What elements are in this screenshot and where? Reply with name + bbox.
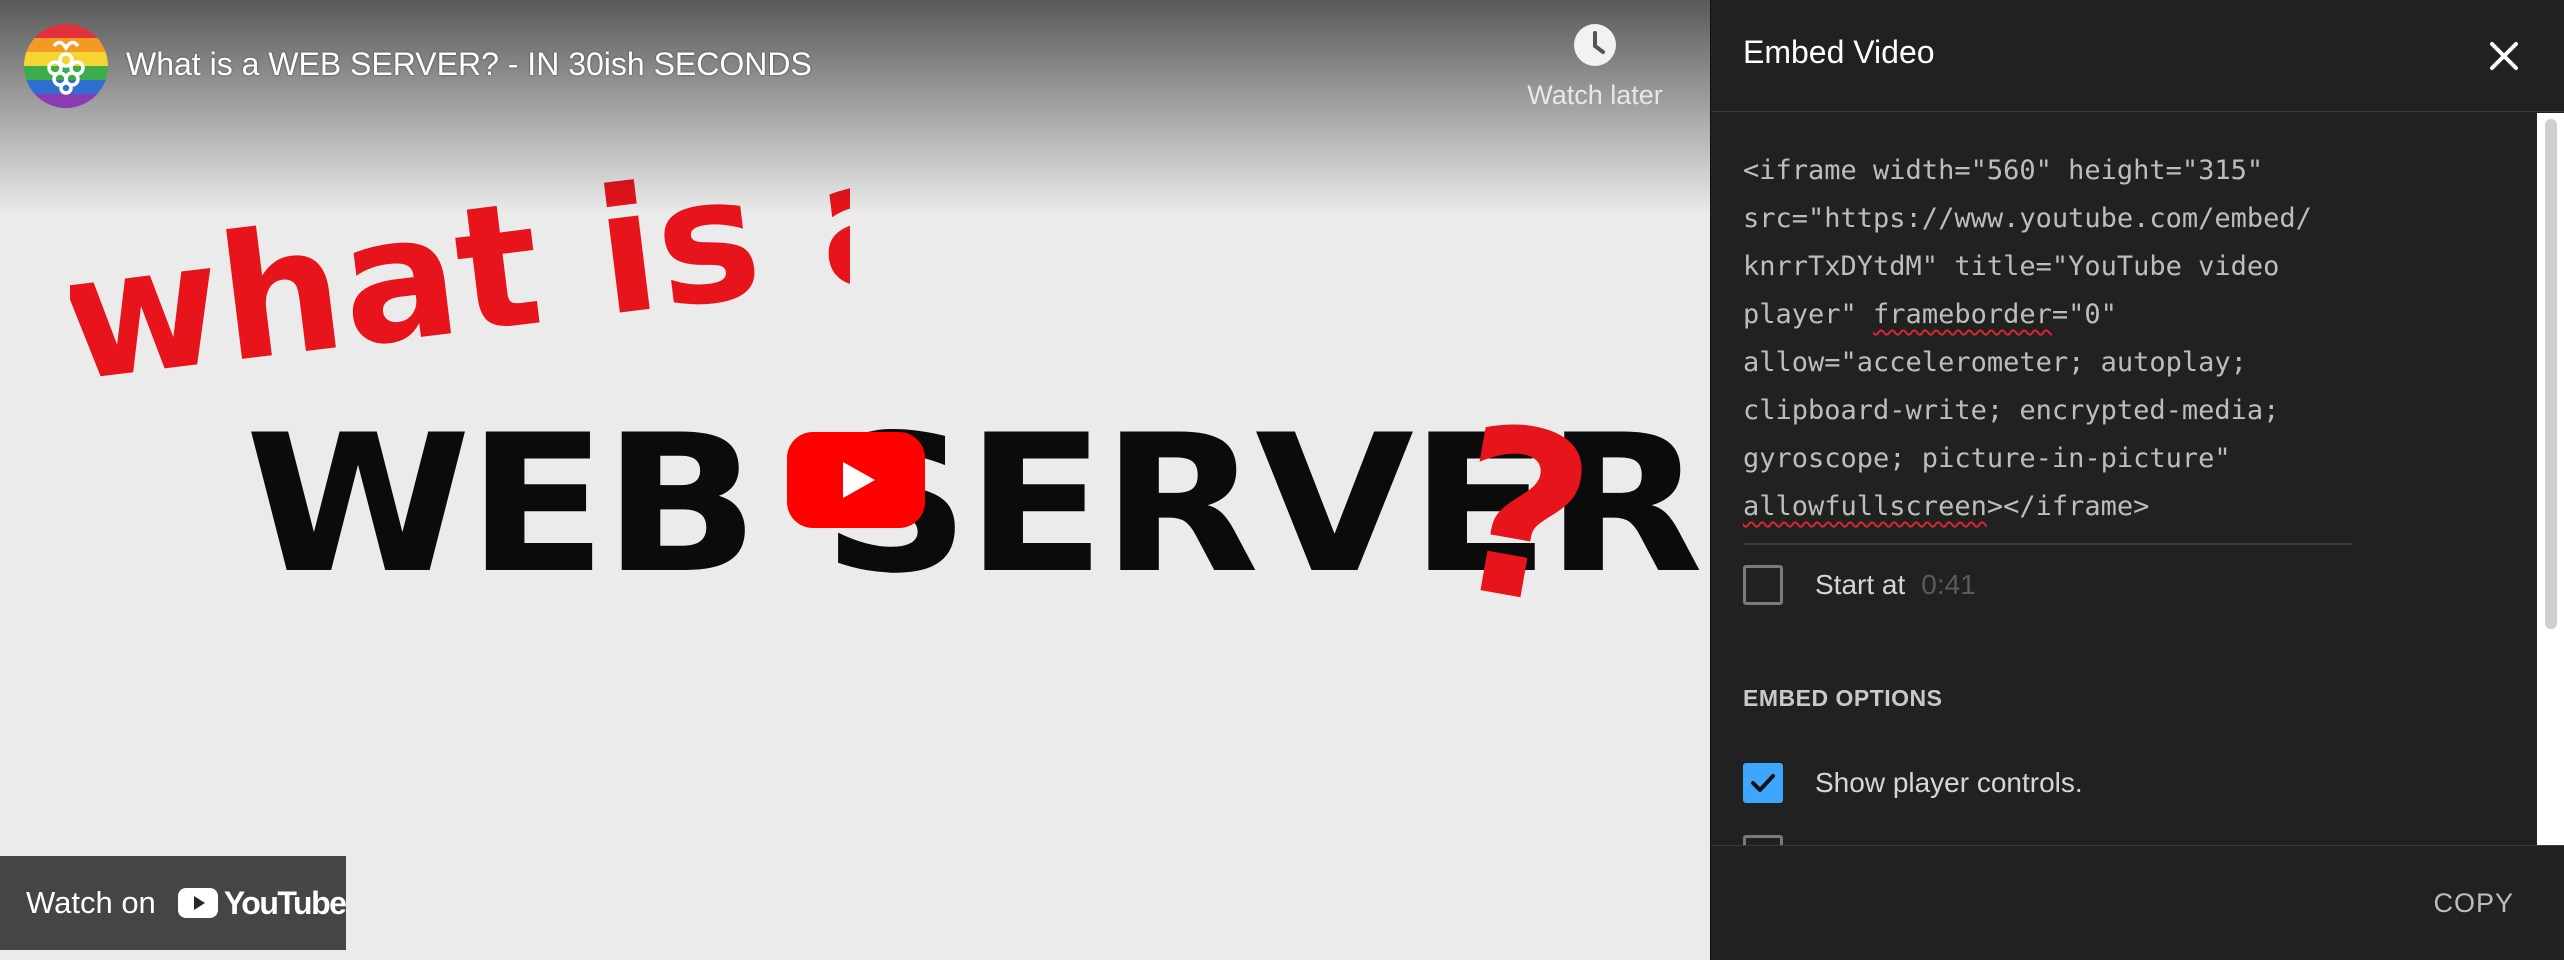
show-controls-option[interactable]: Show player controls. <box>1743 763 2083 803</box>
embed-code-textarea[interactable]: <iframe width="560" height="315" src="ht… <box>1743 147 2353 545</box>
start-at-checkbox[interactable] <box>1743 565 1783 605</box>
panel-body: <iframe width="560" height="315" src="ht… <box>1711 113 2537 845</box>
raspberry-logo-icon <box>24 24 108 108</box>
panel-footer: COPY <box>1711 845 2564 960</box>
scrollbar-thumb[interactable] <box>2545 119 2557 629</box>
youtube-logo: YouTube <box>177 884 347 922</box>
play-icon <box>787 432 925 528</box>
watch-on-youtube-button[interactable]: Watch on YouTube <box>0 856 347 950</box>
watch-later-label: Watch later <box>1527 80 1663 110</box>
question-mark: ? <box>1455 395 1610 625</box>
youtube-play-logo-icon <box>177 888 218 918</box>
privacy-mode-option[interactable] <box>1743 835 1783 845</box>
checkmark-icon <box>1751 774 1775 792</box>
scrollbar-track[interactable] <box>2537 113 2564 845</box>
code-line: allow="accelerometer; autoplay; <box>1743 347 2247 378</box>
start-at-option[interactable]: Start at 0:41 <box>1743 565 1976 605</box>
code-line: knrrTxDYtdM" title="YouTube video <box>1743 251 2280 282</box>
embed-panel: Embed Video <iframe width="560" height="… <box>1710 0 2564 960</box>
show-controls-label: Show player controls. <box>1815 767 2083 798</box>
spellcheck-word: allowfullscreen <box>1743 491 1987 522</box>
show-controls-checkbox[interactable] <box>1743 763 1783 803</box>
youtube-wordmark: YouTube <box>223 884 347 921</box>
code-line: allowfullscreen></iframe> <box>1743 483 2353 531</box>
thumbnail-question-mark: ? <box>1455 395 1610 625</box>
channel-avatar[interactable] <box>24 24 108 108</box>
close-button[interactable] <box>2482 34 2526 78</box>
code-fragment: player" <box>1743 299 1874 330</box>
spellcheck-word: frameborder <box>1873 299 2052 330</box>
watch-on-label: Watch on <box>26 885 156 920</box>
privacy-mode-checkbox[interactable] <box>1743 835 1783 845</box>
close-icon <box>2490 42 2518 70</box>
clock-icon <box>1574 24 1616 66</box>
watch-later-button[interactable]: Watch later <box>1520 22 1670 111</box>
code-fragment: ="0" <box>2051 299 2117 330</box>
video-preview[interactable]: What is a WEB SERVER? - IN 30ish SECONDS… <box>0 0 1710 960</box>
code-line: player" frameborder="0" <box>1743 291 2353 339</box>
code-line: <iframe width="560" height="315" <box>1743 155 2264 186</box>
panel-title: Embed Video <box>1743 34 1935 70</box>
play-button[interactable] <box>787 432 925 528</box>
code-line: src="https://www.youtube.com/embed/ <box>1743 203 2312 234</box>
video-title[interactable]: What is a WEB SERVER? - IN 30ish SECONDS <box>126 46 812 83</box>
panel-header: Embed Video <box>1711 0 2564 112</box>
code-line: gyroscope; picture-in-picture" <box>1743 443 2231 474</box>
start-at-label: Start at <box>1815 569 1906 600</box>
top-gradient <box>0 0 1710 215</box>
copy-button[interactable]: COPY <box>2433 888 2514 919</box>
code-fragment: ></iframe> <box>1986 491 2150 522</box>
start-at-time-input[interactable]: 0:41 <box>1921 569 1976 601</box>
embed-options-heading: EMBED OPTIONS <box>1743 685 1943 711</box>
code-line: clipboard-write; encrypted-media; <box>1743 395 2280 426</box>
